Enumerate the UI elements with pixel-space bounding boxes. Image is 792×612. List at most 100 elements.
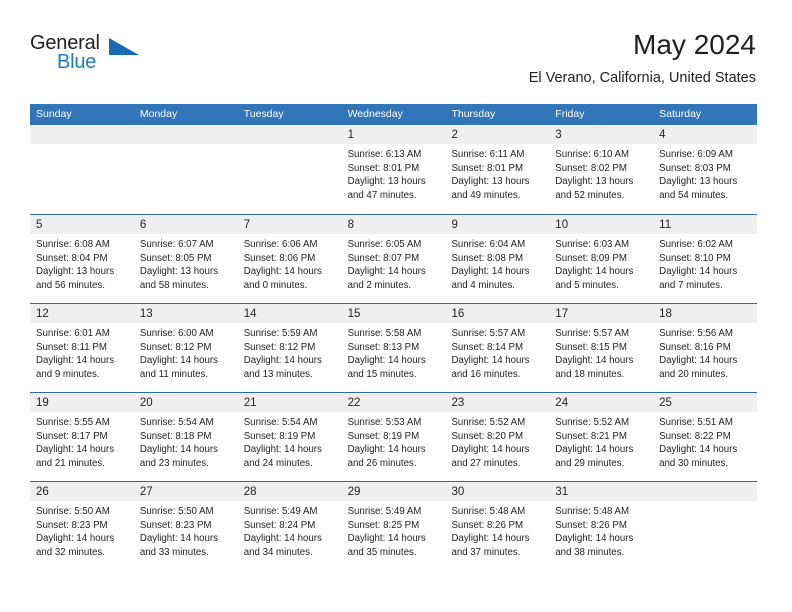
weekday-header-saturday: Saturday	[659, 108, 702, 120]
sunrise-text: Sunrise: 6:09 AM	[659, 149, 733, 160]
sunrise-text: Sunrise: 6:10 AM	[555, 149, 630, 160]
weekday-header-wednesday: Wednesday	[347, 108, 403, 120]
calendar-grid: Sunday Monday Tuesday Wednesday Thursday Frid…	[30, 104, 758, 570]
day-details: Sunrise: 5:58 AM Sunset: 8:13 PM Daylight:…	[342, 323, 446, 381]
day-details: Sunrise: 5:57 AM Sunset: 8:14 PM Daylight:…	[445, 323, 549, 381]
day-cell[interactable]: 23 Sunrise: 5:52 AM Sunset: 8:20 PM Dayligh…	[445, 393, 550, 481]
sunset-text: Sunset: 8:07 PM	[347, 252, 420, 264]
day-details: Sunrise: 6:10 AM Sunset: 8:02 PM Daylight:…	[549, 144, 653, 202]
day-number-band	[133, 125, 238, 144]
day-cell[interactable]: 18 Sunrise: 5:56 AM Sunset: 8:16 PM Dayligh…	[653, 304, 758, 392]
day-number-band: 24	[549, 393, 654, 412]
day-number: 11	[659, 219, 672, 231]
day-cell[interactable]: 12 Sunrise: 6:01 AM Sunset: 8:11 PM Dayligh…	[30, 304, 134, 392]
day-cell[interactable]: 28 Sunrise: 5:49 AM Sunset: 8:24 PM Dayligh…	[237, 482, 342, 570]
weekday-header-sunday: Sunday	[36, 108, 72, 120]
day-number: 3	[555, 129, 562, 141]
daylight-text-line2: and 26 minutes.	[347, 457, 417, 469]
sunset-text: Sunset: 8:26 PM	[555, 519, 627, 531]
day-cell-empty	[237, 125, 342, 214]
daylight-text-line2: and 24 minutes.	[243, 457, 313, 469]
day-cell[interactable]: 24 Sunrise: 5:52 AM Sunset: 8:21 PM Dayligh…	[549, 393, 654, 481]
daylight-text-line2: and 30 minutes.	[659, 457, 729, 469]
day-cell-empty	[133, 125, 238, 214]
daylight-text-line1: Daylight: 14 hours	[347, 444, 426, 456]
sunrise-text: Sunrise: 5:53 AM	[347, 417, 422, 428]
day-cell[interactable]: 17 Sunrise: 5:57 AM Sunset: 8:15 PM Dayligh…	[549, 304, 654, 392]
sunrise-text: Sunrise: 5:50 AM	[139, 506, 214, 517]
day-cell[interactable]: 19 Sunrise: 5:55 AM Sunset: 8:17 PM Dayligh…	[30, 393, 134, 481]
calendar-week-row: 12 Sunrise: 6:01 AM Sunset: 8:11 PM Dayligh…	[30, 303, 758, 392]
page-header: General Blue May 2024 El Verano, Califor…	[30, 28, 756, 98]
day-number-band: 22	[341, 393, 446, 412]
sunset-text: Sunset: 8:18 PM	[139, 430, 212, 442]
generalblue-logo[interactable]: General Blue	[30, 32, 145, 84]
day-number: 30	[451, 486, 465, 498]
day-number-band: 26	[30, 482, 134, 501]
sunset-text: Sunset: 8:19 PM	[347, 430, 420, 442]
sunrise-text: Sunrise: 5:51 AM	[659, 417, 733, 428]
daylight-text-line2: and 2 minutes.	[347, 279, 412, 291]
day-number-band: 3	[549, 125, 654, 144]
day-cell[interactable]: 2 Sunrise: 6:11 AM Sunset: 8:01 PM Daylight…	[445, 125, 550, 214]
sunrise-text: Sunrise: 6:00 AM	[139, 328, 214, 339]
day-cell[interactable]: 4 Sunrise: 6:09 AM Sunset: 8:03 PM Daylight…	[653, 125, 758, 214]
day-number-band: 30	[445, 482, 550, 501]
sunset-text: Sunset: 8:23 PM	[139, 519, 212, 531]
day-number: 24	[555, 397, 569, 409]
sunset-text: Sunset: 8:26 PM	[451, 519, 524, 531]
day-cell[interactable]: 10 Sunrise: 6:03 AM Sunset: 8:09 PM Dayligh…	[549, 215, 654, 303]
day-number-band	[237, 125, 342, 144]
day-cell[interactable]: 11 Sunrise: 6:02 AM Sunset: 8:10 PM Dayligh…	[653, 215, 758, 303]
day-number: 20	[139, 397, 153, 409]
daylight-text-line1: Daylight: 14 hours	[243, 355, 322, 367]
daylight-text-line1: Daylight: 14 hours	[36, 444, 115, 456]
day-cell[interactable]: 21 Sunrise: 5:54 AM Sunset: 8:19 PM Dayligh…	[237, 393, 342, 481]
daylight-text-line1: Daylight: 14 hours	[347, 355, 426, 367]
day-cell-empty	[30, 125, 134, 214]
day-cell[interactable]: 7 Sunrise: 6:06 AM Sunset: 8:06 PM Daylight…	[237, 215, 342, 303]
daylight-text-line1: Daylight: 14 hours	[243, 266, 322, 278]
day-cell[interactable]: 27 Sunrise: 5:50 AM Sunset: 8:23 PM Dayligh…	[133, 482, 238, 570]
day-cell[interactable]: 1 Sunrise: 6:13 AM Sunset: 8:01 PM Daylight…	[341, 125, 446, 214]
daylight-text-line1: Daylight: 14 hours	[451, 444, 530, 456]
day-number: 7	[243, 219, 251, 231]
day-details: Sunrise: 6:13 AM Sunset: 8:01 PM Daylight:…	[342, 144, 446, 202]
day-cell[interactable]: 8 Sunrise: 6:05 AM Sunset: 8:07 PM Daylight…	[341, 215, 446, 303]
day-cell[interactable]: 14 Sunrise: 5:59 AM Sunset: 8:12 PM Dayligh…	[237, 304, 342, 392]
day-cell[interactable]: 5 Sunrise: 6:08 AM Sunset: 8:04 PM Daylight…	[30, 215, 134, 303]
day-number-band: 14	[237, 304, 342, 323]
day-cell[interactable]: 16 Sunrise: 5:57 AM Sunset: 8:14 PM Dayligh…	[445, 304, 550, 392]
day-number-band	[30, 125, 134, 144]
day-number: 25	[659, 397, 672, 409]
day-number-band: 29	[341, 482, 446, 501]
daylight-text-line1: Daylight: 14 hours	[139, 533, 218, 545]
sunset-text: Sunset: 8:19 PM	[243, 430, 316, 442]
day-cell[interactable]: 20 Sunrise: 5:54 AM Sunset: 8:18 PM Dayligh…	[133, 393, 238, 481]
day-cell[interactable]: 31 Sunrise: 5:48 AM Sunset: 8:26 PM Dayligh…	[549, 482, 654, 570]
day-cell[interactable]: 6 Sunrise: 6:07 AM Sunset: 8:05 PM Daylight…	[133, 215, 238, 303]
day-cell[interactable]: 26 Sunrise: 5:50 AM Sunset: 8:23 PM Dayligh…	[30, 482, 134, 570]
day-cell[interactable]: 29 Sunrise: 5:49 AM Sunset: 8:25 PM Dayligh…	[341, 482, 446, 570]
title-block: May 2024 El Verano, California, United S…	[529, 28, 756, 88]
day-details: Sunrise: 5:54 AM Sunset: 8:19 PM Daylight:…	[238, 412, 342, 470]
daylight-text-line1: Daylight: 14 hours	[451, 266, 530, 278]
day-cell[interactable]: 3 Sunrise: 6:10 AM Sunset: 8:02 PM Daylight…	[549, 125, 654, 214]
day-details: Sunrise: 6:11 AM Sunset: 8:01 PM Daylight:…	[445, 144, 549, 202]
daylight-text-line2: and 20 minutes.	[659, 368, 729, 380]
day-number-band: 11	[653, 215, 758, 234]
day-cell[interactable]: 25 Sunrise: 5:51 AM Sunset: 8:22 PM Dayligh…	[653, 393, 758, 481]
sunset-text: Sunset: 8:10 PM	[659, 252, 731, 264]
day-number-band: 6	[133, 215, 238, 234]
daylight-text-line2: and 21 minutes.	[36, 457, 105, 469]
daylight-text-line2: and 13 minutes.	[243, 368, 313, 380]
day-number: 14	[243, 308, 257, 320]
day-number-band: 27	[133, 482, 238, 501]
day-cell[interactable]: 9 Sunrise: 6:04 AM Sunset: 8:08 PM Daylight…	[445, 215, 550, 303]
day-cell[interactable]: 22 Sunrise: 5:53 AM Sunset: 8:19 PM Dayligh…	[341, 393, 446, 481]
daylight-text-line1: Daylight: 13 hours	[451, 176, 530, 188]
day-cell[interactable]: 13 Sunrise: 6:00 AM Sunset: 8:12 PM Dayligh…	[133, 304, 238, 392]
day-cell[interactable]: 30 Sunrise: 5:48 AM Sunset: 8:26 PM Dayligh…	[445, 482, 550, 570]
sunset-text: Sunset: 8:25 PM	[347, 519, 420, 531]
day-cell[interactable]: 15 Sunrise: 5:58 AM Sunset: 8:13 PM Dayligh…	[341, 304, 446, 392]
